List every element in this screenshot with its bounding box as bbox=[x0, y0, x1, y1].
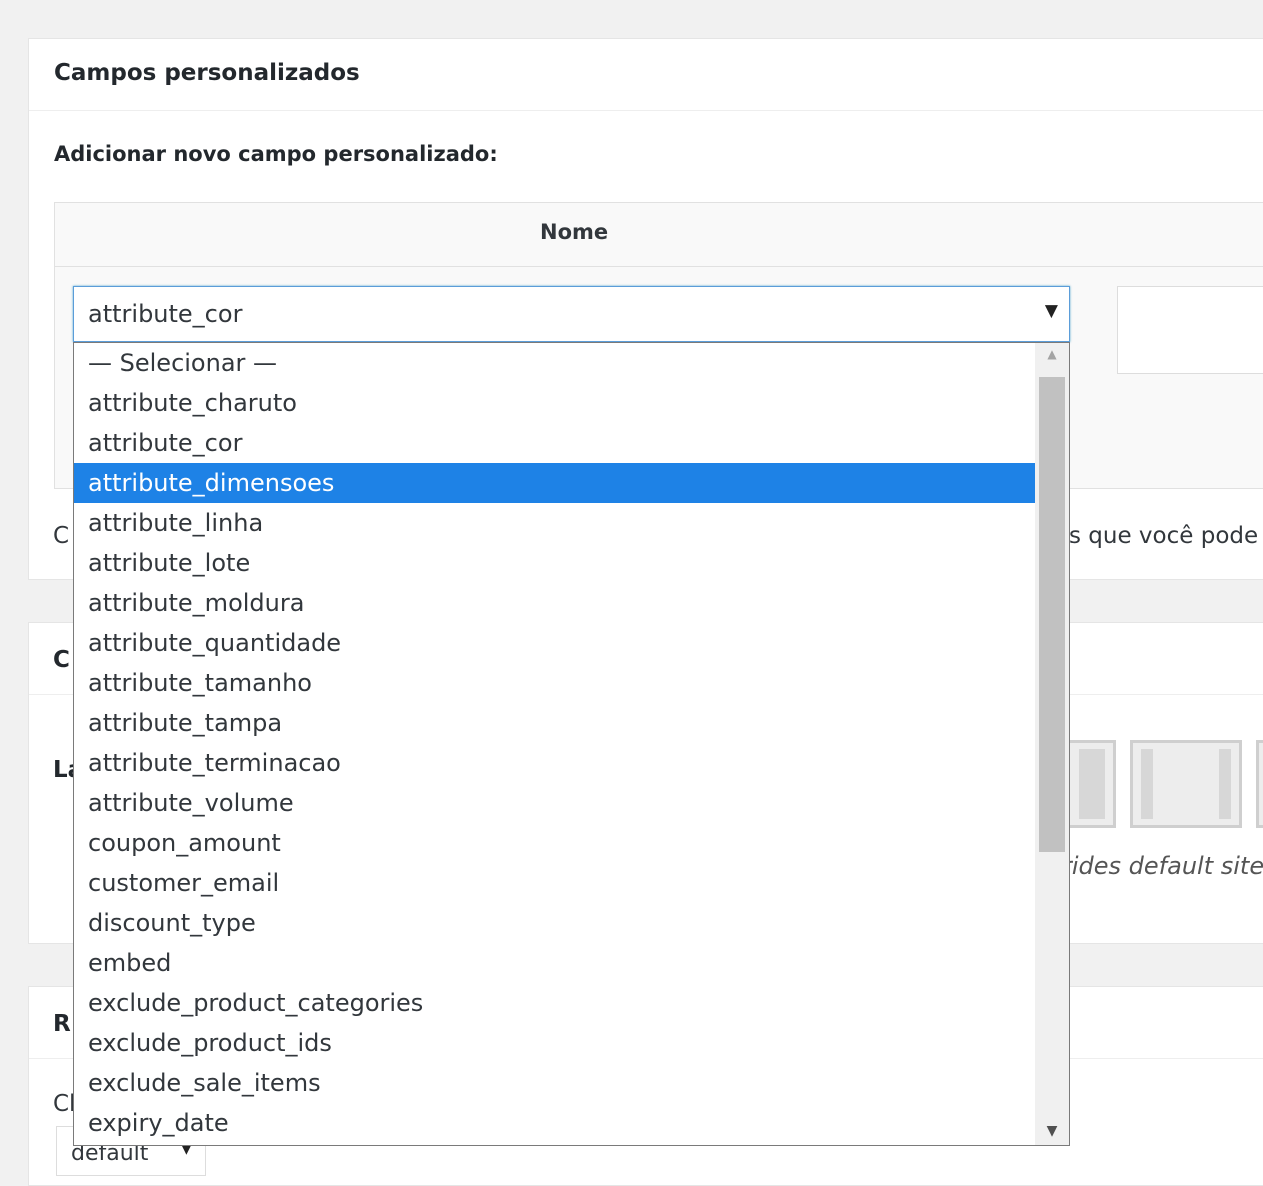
layout-option-2-right bbox=[1219, 749, 1231, 819]
option-customer-email[interactable]: customer_email bbox=[74, 863, 1035, 903]
option-attribute-volume[interactable]: attribute_volume bbox=[74, 783, 1035, 823]
option-attribute-tamanho[interactable]: attribute_tamanho bbox=[74, 663, 1035, 703]
add-field-label: Adicionar novo campo personalizado: bbox=[54, 142, 498, 166]
option-attribute-charuto[interactable]: attribute_charuto bbox=[74, 383, 1035, 423]
help-text-fragment: s que você pode bbox=[1069, 523, 1259, 549]
option-attribute-lote[interactable]: attribute_lote bbox=[74, 543, 1035, 583]
option-attribute-terminacao[interactable]: attribute_terminacao bbox=[74, 743, 1035, 783]
layout-option-2-left bbox=[1141, 749, 1153, 819]
bottom-panel-title: R bbox=[53, 1011, 71, 1037]
table-header: Nome bbox=[55, 203, 1263, 267]
scrollbar-thumb[interactable] bbox=[1039, 377, 1065, 852]
triangle-down-icon[interactable]: ▼ bbox=[1035, 1123, 1069, 1139]
field-name-select[interactable]: attribute_cor ▼ bbox=[73, 286, 1070, 342]
layout-option-1[interactable] bbox=[1064, 740, 1116, 828]
option-exclude-product-categories[interactable]: exclude_product_categories bbox=[74, 983, 1035, 1023]
custom-fields-header: Campos personalizados bbox=[29, 39, 1263, 111]
option-discount-type[interactable]: discount_type bbox=[74, 903, 1035, 943]
option-coupon-amount[interactable]: coupon_amount bbox=[74, 823, 1035, 863]
triangle-up-icon[interactable]: ▲ bbox=[1035, 347, 1069, 361]
help-text-start: C bbox=[53, 523, 70, 549]
option-attribute-quantidade[interactable]: attribute_quantidade bbox=[74, 623, 1035, 663]
option-attribute-tampa[interactable]: attribute_tampa bbox=[74, 703, 1035, 743]
dropdown-scrollbar[interactable]: ▲ ▼ bbox=[1035, 343, 1069, 1145]
chevron-down-icon[interactable]: ▼ bbox=[1045, 301, 1058, 321]
option-attribute-linha[interactable]: attribute_linha bbox=[74, 503, 1035, 543]
option-exclude-product-ids[interactable]: exclude_product_ids bbox=[74, 1023, 1035, 1063]
option-embed[interactable]: embed bbox=[74, 943, 1035, 983]
option-attribute-cor[interactable]: attribute_cor bbox=[74, 423, 1035, 463]
layout-option-1-column bbox=[1079, 749, 1105, 819]
option-attribute-dimensoes[interactable]: attribute_dimensoes bbox=[74, 463, 1035, 503]
layout-panel-title: C bbox=[53, 647, 70, 673]
layout-option-2[interactable] bbox=[1130, 740, 1242, 828]
option-selecionar[interactable]: — Selecionar — bbox=[74, 343, 1035, 383]
select-current-value: attribute_cor bbox=[88, 300, 243, 328]
option-exclude-sale-items[interactable]: exclude_sale_items bbox=[74, 1063, 1035, 1103]
option-expiry-date[interactable]: expiry_date bbox=[74, 1103, 1035, 1143]
select-dropdown-list[interactable]: — Selecionar — attribute_charuto attribu… bbox=[73, 342, 1070, 1146]
layout-option-3[interactable] bbox=[1256, 740, 1263, 828]
option-attribute-moldura[interactable]: attribute_moldura bbox=[74, 583, 1035, 623]
column-header-name: Nome bbox=[540, 220, 609, 244]
panel-title: Campos personalizados bbox=[54, 60, 360, 86]
layout-help-text: rides default site bbox=[1062, 852, 1263, 880]
field-value-textarea[interactable] bbox=[1117, 286, 1263, 374]
